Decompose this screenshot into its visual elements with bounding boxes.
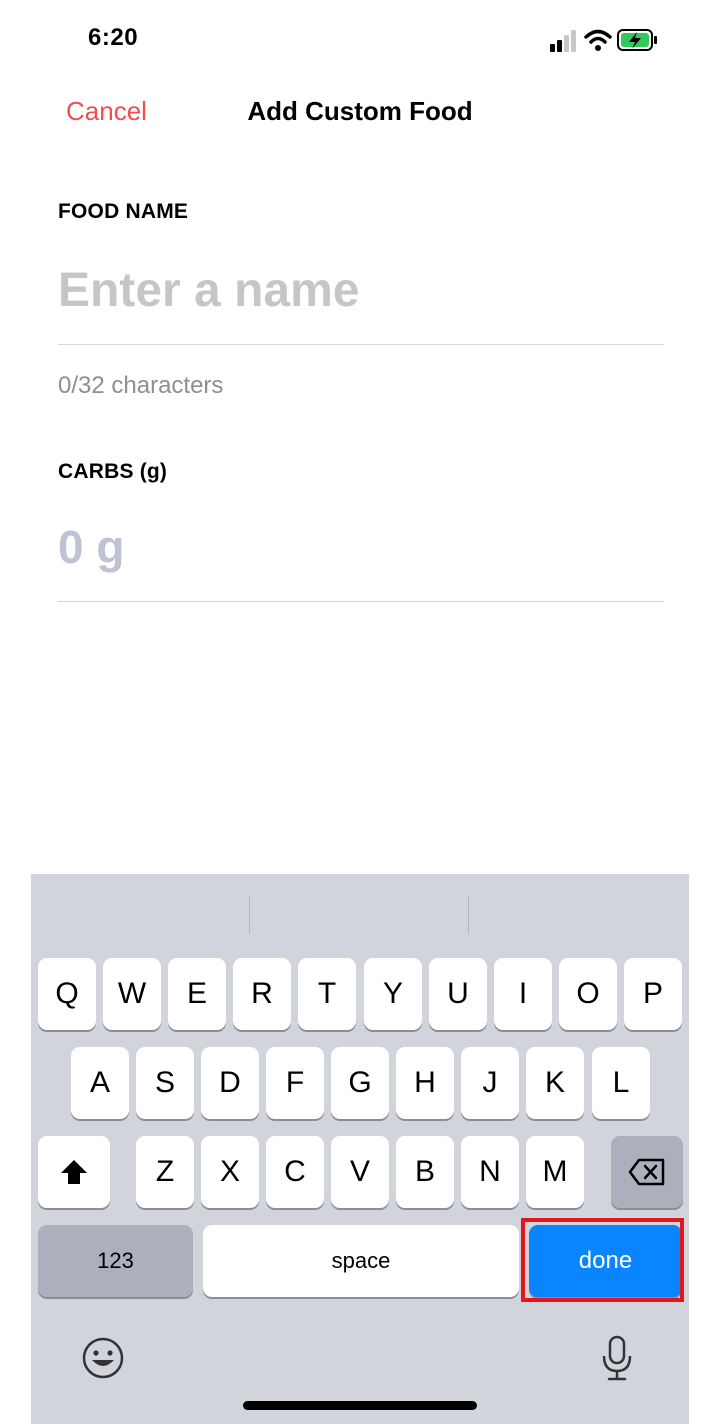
food-name-label: FOOD NAME [58,200,189,223]
emoji-icon[interactable] [81,1336,125,1380]
carbs-input[interactable] [58,512,664,582]
carbs-divider [58,601,664,602]
key-x[interactable]: X [201,1136,259,1208]
numbers-key[interactable]: 123 [38,1225,193,1297]
key-c[interactable]: C [266,1136,324,1208]
key-d[interactable]: D [201,1047,259,1119]
microphone-icon[interactable] [599,1334,635,1382]
suggestion-separator [468,896,469,934]
key-u[interactable]: U [429,958,487,1030]
cellular-signal-icon [550,30,576,52]
key-z[interactable]: Z [136,1136,194,1208]
key-f[interactable]: F [266,1047,324,1119]
shift-arrow-icon [61,1160,87,1184]
battery-charging-icon [617,29,657,51]
key-t[interactable]: T [298,958,356,1030]
keyboard-row-3: Z X C V B N M [31,1136,689,1208]
key-k[interactable]: K [526,1047,584,1119]
key-v[interactable]: V [331,1136,389,1208]
keyboard-row-4: 123 space done [31,1225,689,1297]
food-name-divider [58,344,664,345]
key-y[interactable]: Y [364,958,422,1030]
space-key[interactable]: space [203,1225,519,1297]
key-r[interactable]: R [233,958,291,1030]
status-icons [550,29,657,52]
key-l[interactable]: L [592,1047,650,1119]
keyboard: Q W E R T Y U I O P A S D F G H J K L Z … [31,874,689,1424]
wifi-icon [584,29,612,51]
keyboard-row-1: Q W E R T Y U I O P [31,958,689,1030]
shift-key[interactable] [38,1136,110,1208]
key-i[interactable]: I [494,958,552,1030]
backspace-key[interactable] [611,1136,683,1208]
suggestion-separator [249,896,250,934]
key-j[interactable]: J [461,1047,519,1119]
backspace-icon [628,1158,665,1186]
carbs-label: CARBS (g) [58,460,168,483]
key-p[interactable]: P [624,958,682,1030]
done-key[interactable]: done [529,1225,682,1297]
key-m[interactable]: M [526,1136,584,1208]
key-g[interactable]: G [331,1047,389,1119]
keyboard-row-2: A S D F G H J K L [31,1047,689,1119]
key-n[interactable]: N [461,1136,519,1208]
key-o[interactable]: O [559,958,617,1030]
key-q[interactable]: Q [38,958,96,1030]
key-a[interactable]: A [71,1047,129,1119]
status-time: 6:20 [88,24,139,51]
key-e[interactable]: E [168,958,226,1030]
key-w[interactable]: W [103,958,161,1030]
home-indicator [243,1401,477,1410]
character-count: 0/32 characters [58,372,224,399]
key-s[interactable]: S [136,1047,194,1119]
food-name-input[interactable] [58,254,664,326]
cancel-button[interactable]: Cancel [66,96,147,127]
key-b[interactable]: B [396,1136,454,1208]
key-h[interactable]: H [396,1047,454,1119]
